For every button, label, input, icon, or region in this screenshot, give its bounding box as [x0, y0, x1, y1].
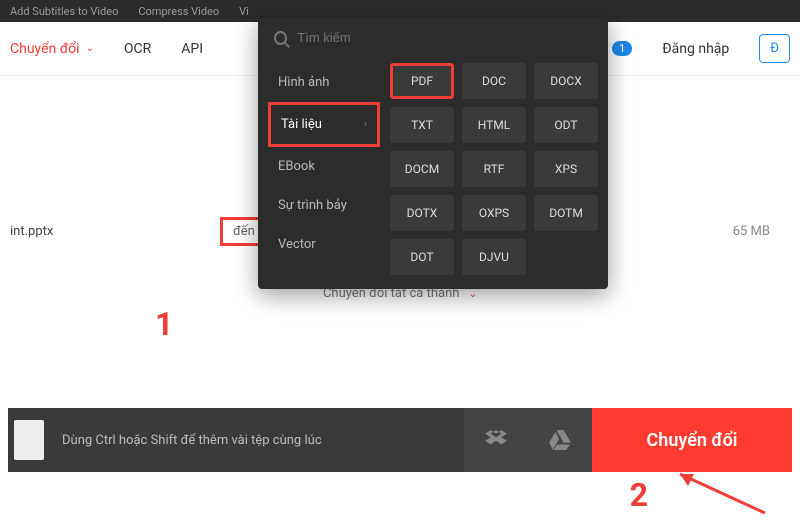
- add-file-button[interactable]: [14, 420, 44, 460]
- category-vector[interactable]: Vector: [268, 225, 380, 264]
- format-odt[interactable]: ODT: [534, 107, 598, 143]
- top-link-subtitles[interactable]: Add Subtitles to Video: [10, 5, 118, 18]
- chevron-right-icon: ›: [364, 119, 367, 130]
- search-icon: [274, 31, 287, 45]
- bottom-action-bar: Dùng Ctrl hoặc Shift để thêm vài tệp cùn…: [8, 408, 792, 472]
- top-link-partial[interactable]: Vi: [239, 5, 249, 18]
- format-grid: PDF DOC DOCX TXT HTML ODT DOCM RTF XPS D…: [380, 63, 598, 275]
- file-name: int.pptx: [10, 224, 120, 239]
- format-djvu[interactable]: DJVU: [462, 239, 526, 275]
- chevron-down-icon: ⌄: [85, 43, 93, 54]
- format-rtf[interactable]: RTF: [462, 151, 526, 187]
- category-image[interactable]: Hình ảnh: [268, 63, 380, 102]
- top-link-compress[interactable]: Compress Video: [138, 5, 219, 18]
- convert-button[interactable]: Chuyển đổi: [592, 408, 792, 472]
- format-picker-panel: Hình ảnh Tài liệu› EBook Sự trình bảy Ve…: [258, 18, 608, 289]
- signup-button[interactable]: Đ: [759, 34, 790, 63]
- format-search: [258, 18, 608, 57]
- file-size: 65 MB: [733, 224, 790, 239]
- annotation-step-2: 2: [630, 476, 648, 514]
- category-ebook[interactable]: EBook: [268, 147, 380, 186]
- format-html[interactable]: HTML: [462, 107, 526, 143]
- format-docx[interactable]: DOCX: [534, 63, 598, 99]
- annotation-step-1: 1: [155, 305, 173, 343]
- nav-convert-label: Chuyển đổi: [10, 41, 79, 57]
- format-doc[interactable]: DOC: [462, 63, 526, 99]
- format-txt[interactable]: TXT: [390, 107, 454, 143]
- nav-convert[interactable]: Chuyển đổi ⌄: [10, 41, 94, 57]
- login-link[interactable]: Đăng nhập: [662, 41, 729, 57]
- multi-select-hint: Dùng Ctrl hoặc Shift để thêm vài tệp cùn…: [62, 433, 464, 448]
- format-pdf[interactable]: PDF: [390, 63, 454, 99]
- nav-api[interactable]: API: [181, 41, 203, 57]
- notification-badge[interactable]: 1: [612, 41, 632, 56]
- format-dotx[interactable]: DOTX: [390, 195, 454, 231]
- nav-ocr[interactable]: OCR: [124, 41, 151, 57]
- annotation-arrow-icon: [660, 468, 770, 518]
- format-dot[interactable]: DOT: [390, 239, 454, 275]
- category-presentation[interactable]: Sự trình bảy: [268, 186, 380, 225]
- google-drive-icon[interactable]: [528, 408, 592, 472]
- format-dotm[interactable]: DOTM: [534, 195, 598, 231]
- format-oxps[interactable]: OXPS: [462, 195, 526, 231]
- category-list: Hình ảnh Tài liệu› EBook Sự trình bảy Ve…: [268, 63, 380, 275]
- format-xps[interactable]: XPS: [534, 151, 598, 187]
- chevron-down-icon: ⌄: [469, 289, 477, 300]
- dropbox-icon[interactable]: [464, 408, 528, 472]
- format-docm[interactable]: DOCM: [390, 151, 454, 187]
- search-input[interactable]: [297, 30, 592, 45]
- category-document[interactable]: Tài liệu›: [268, 102, 380, 147]
